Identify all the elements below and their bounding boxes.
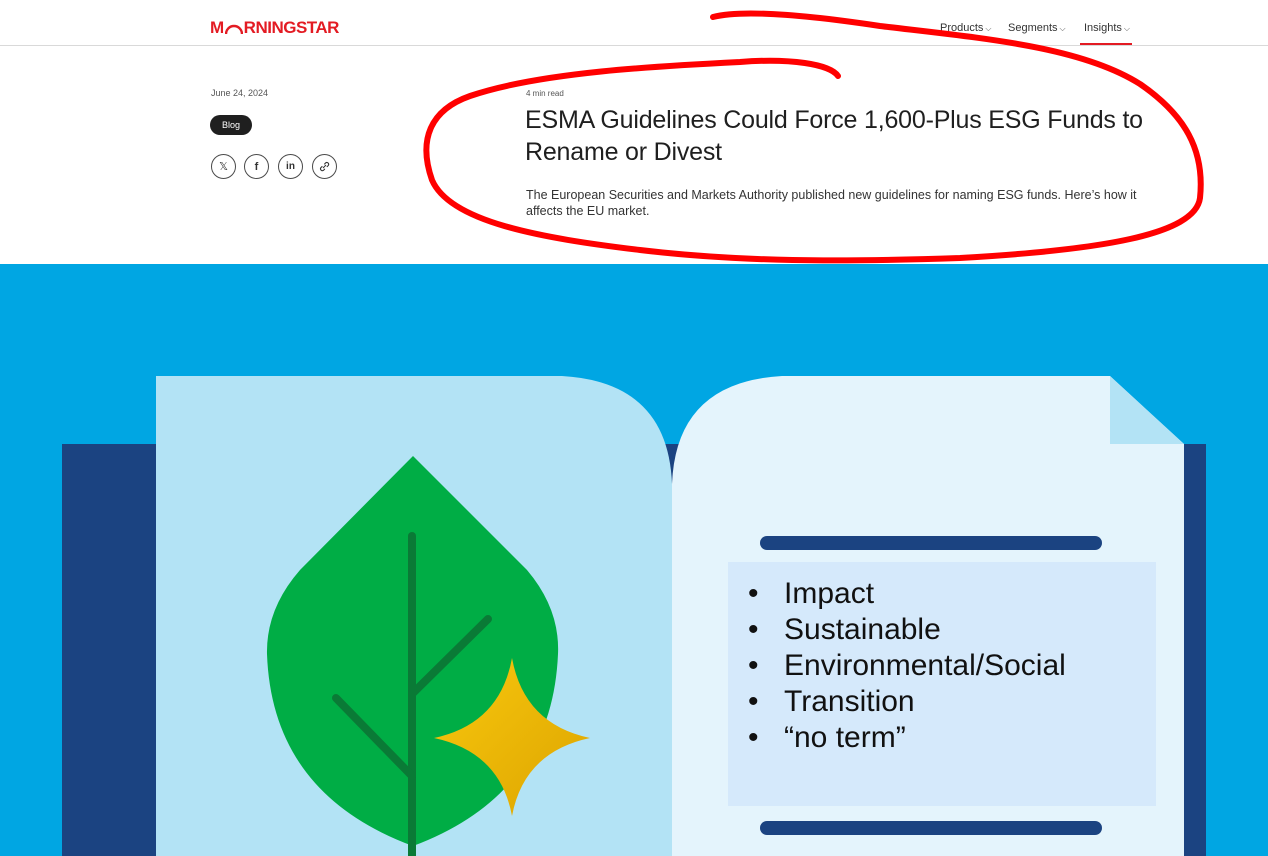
- site-header: M RNINGSTAR Products ⌵ Segments ⌵ Insights ⌵: [0, 0, 1268, 46]
- logo-arc-icon: [224, 24, 243, 35]
- tag-pill-blog[interactable]: Blog: [210, 115, 252, 135]
- nav-segments-label: Segments: [1008, 22, 1058, 34]
- facebook-icon: f: [254, 160, 259, 173]
- list-item: Sustainable: [748, 612, 1156, 648]
- list-item: Environmental/Social: [748, 648, 1156, 684]
- chevron-down-icon: ⌵: [985, 24, 992, 33]
- list-item: “no term”: [748, 720, 1156, 756]
- page-fold: [1110, 376, 1184, 444]
- read-time: 4 min read: [526, 89, 564, 98]
- fund-terms-list: Impact Sustainable Environmental/Social …: [728, 562, 1156, 806]
- nav-insights[interactable]: Insights ⌵: [1084, 22, 1130, 34]
- chevron-down-icon: ⌵: [1059, 24, 1066, 33]
- share-facebook-button[interactable]: f: [244, 154, 269, 179]
- article-subtitle: The European Securities and Markets Auth…: [526, 188, 1137, 218]
- page-bar-bottom: [760, 821, 1102, 835]
- list-item: Transition: [748, 684, 1156, 720]
- chevron-down-icon: ⌵: [1123, 24, 1130, 33]
- linkedin-icon: in: [286, 161, 295, 172]
- nav-segments[interactable]: Segments ⌵: [1008, 22, 1066, 34]
- share-linkedin-button[interactable]: in: [278, 154, 303, 179]
- link-icon: [319, 161, 330, 172]
- copy-link-button[interactable]: [312, 154, 337, 179]
- nav-products[interactable]: Products ⌵: [940, 22, 992, 34]
- share-x-button[interactable]: 𝕏: [211, 154, 236, 179]
- x-icon: 𝕏: [219, 161, 228, 173]
- page-bar-top: [760, 536, 1102, 550]
- nav-products-label: Products: [940, 22, 984, 34]
- morningstar-logo[interactable]: M RNINGSTAR: [210, 18, 339, 38]
- logo-text: M RNINGSTAR: [210, 18, 339, 37]
- list-item: Impact: [748, 576, 1156, 612]
- nav-insights-label: Insights: [1084, 22, 1122, 34]
- nav-active-indicator: [1080, 43, 1132, 45]
- article-date: June 24, 2024: [211, 88, 269, 98]
- article-title: ESMA Guidelines Could Force 1,600-Plus E…: [525, 106, 1143, 166]
